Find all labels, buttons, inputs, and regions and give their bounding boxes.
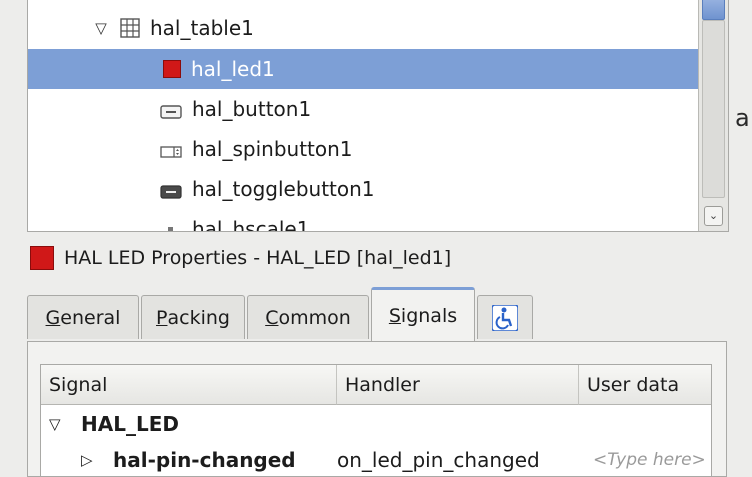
signal-group-row[interactable]: ▽ HAL_LED <box>41 406 711 442</box>
tree-item-label: hal_hscale1 <box>192 217 310 232</box>
tree-item-label: hal_spinbutton1 <box>192 137 353 161</box>
tree-item-label: hal_led1 <box>191 57 275 81</box>
tree-item-label: hal_table1 <box>150 16 254 40</box>
tab-common[interactable]: Common <box>247 295 369 339</box>
tab-accessibility[interactable] <box>477 295 533 339</box>
tab-general[interactable]: General <box>27 295 139 339</box>
column-header-user-data[interactable]: User data <box>579 365 711 405</box>
togglebutton-widget-icon <box>160 181 182 199</box>
tab-label: ignals <box>400 304 458 327</box>
tab-label: ommon <box>278 306 351 329</box>
tree-vertical-scrollbar[interactable]: ⌄ <box>698 0 728 231</box>
tab-mnemonic: C <box>265 306 279 329</box>
user-data-cell[interactable]: <Type here> <box>593 450 706 470</box>
column-header-handler[interactable]: Handler <box>337 365 579 405</box>
tab-mnemonic: P <box>156 306 168 329</box>
tab-mnemonic: S <box>388 304 401 327</box>
hscale-widget-icon <box>160 221 182 231</box>
expander-open-icon[interactable]: ▽ <box>90 19 112 37</box>
button-widget-icon <box>160 101 182 119</box>
tree-item-hal-led1[interactable]: hal_led1 <box>28 49 698 89</box>
led-icon <box>30 246 54 270</box>
tree-item-hal-togglebutton1[interactable]: hal_togglebutton1 <box>28 169 698 209</box>
tree-item-hal-hscale1[interactable]: hal_hscale1 <box>28 209 698 232</box>
tab-packing[interactable]: Packing <box>141 295 245 339</box>
scrollbar-thumb[interactable] <box>702 0 725 20</box>
tab-mnemonic: G <box>45 306 61 329</box>
widget-tree[interactable]: ▽ hal_table1 hal_led1 hal_button1 hal_sp… <box>27 0 729 232</box>
properties-header: HAL LED Properties - HAL_LED [hal_led1] <box>30 243 451 273</box>
expander-closed-icon[interactable]: ▷ <box>81 451 93 469</box>
tab-signals[interactable]: Signals <box>371 287 475 341</box>
scroll-down-icon[interactable]: ⌄ <box>704 206 723 226</box>
tree-item-hal-button1[interactable]: hal_button1 <box>28 89 698 129</box>
partial-side-text: a <box>735 104 750 132</box>
signal-row[interactable]: ▷ hal-pin-changed on_led_pin_changed <Ty… <box>41 442 711 476</box>
tab-label: eneral <box>60 306 121 329</box>
column-header-signal[interactable]: Signal <box>41 365 337 405</box>
signals-table[interactable]: Signal Handler User data ▽ HAL_LED ▷ hal… <box>40 364 712 477</box>
spinbutton-widget-icon <box>160 141 182 158</box>
properties-title: HAL LED Properties - HAL_LED [hal_led1] <box>64 247 452 269</box>
tree-item-label: hal_togglebutton1 <box>192 177 375 201</box>
tree-item-hal-table1[interactable]: ▽ hal_table1 <box>28 8 698 48</box>
signal-group-label: HAL_LED <box>81 412 179 436</box>
signal-name: hal-pin-changed <box>113 448 296 472</box>
led-icon <box>163 60 181 78</box>
scrollbar-trough[interactable] <box>702 20 725 198</box>
tree-item-hal-spinbutton1[interactable]: hal_spinbutton1 <box>28 129 698 169</box>
tab-label: acking <box>167 306 230 329</box>
expander-open-icon[interactable]: ▽ <box>49 415 61 433</box>
accessibility-icon <box>491 303 519 332</box>
table-icon <box>120 18 140 38</box>
handler-cell[interactable]: on_led_pin_changed <box>337 448 540 472</box>
tree-item-label: hal_button1 <box>192 97 312 121</box>
